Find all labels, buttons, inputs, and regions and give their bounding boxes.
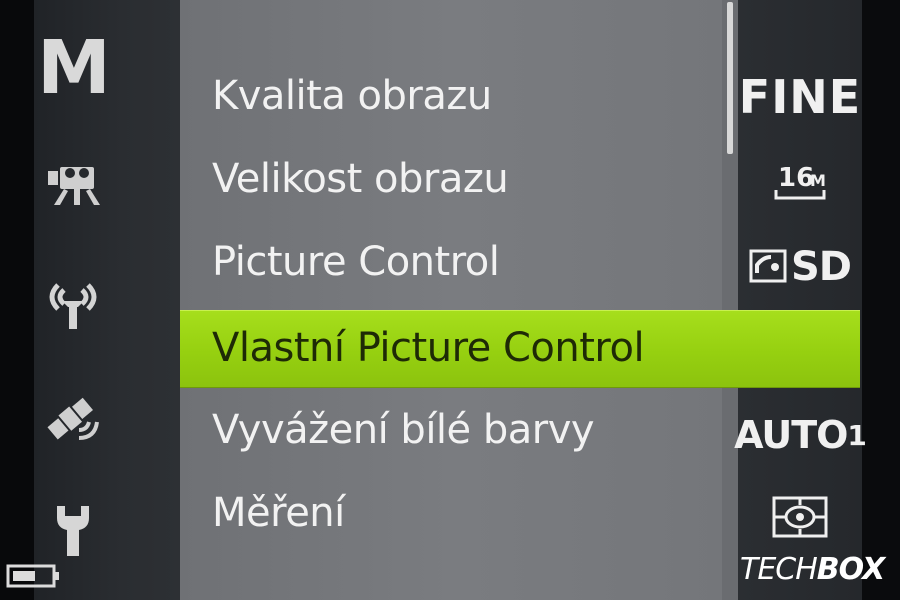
battery-indicator: [6, 562, 66, 590]
picture-control-icon: [749, 249, 787, 283]
watermark-box: BOX: [816, 552, 885, 587]
mode-letter: M: [37, 25, 111, 111]
setup-menu-tab[interactable]: [0, 500, 146, 562]
menu-item-custom-picture-control[interactable]: Vlastní Picture Control: [180, 308, 732, 388]
menu-item-label: Vyvážení bílé barvy: [212, 407, 595, 453]
metering-value: [738, 490, 862, 544]
menu-item-image-quality[interactable]: Kvalita obrazu: [180, 56, 732, 136]
wifi-icon: [49, 283, 97, 329]
menu-item-image-size[interactable]: Velikost obrazu: [180, 139, 732, 219]
techbox-watermark: TECHBOX: [740, 552, 890, 592]
white-balance-text: AUTO: [734, 413, 848, 457]
menu-item-white-balance[interactable]: Vyvážení bílé barvy: [180, 390, 732, 470]
metering-icon: [772, 496, 828, 538]
location-menu-tab[interactable]: [0, 388, 146, 448]
white-balance-value: AUTO 1: [734, 404, 867, 466]
image-size-value: 16 M: [738, 154, 862, 210]
picture-control-value: SD: [738, 238, 862, 296]
image-quality-value: FINE: [738, 66, 862, 128]
image-size-unit: M: [810, 171, 826, 190]
shooting-mode-tab[interactable]: M: [0, 25, 146, 111]
white-balance-sub: 1: [847, 418, 867, 452]
menu-item-label: Vlastní Picture Control: [212, 325, 645, 371]
image-size-number: 16: [778, 163, 814, 193]
watermark-tech: TECH: [740, 552, 818, 587]
gps-satellite-icon: [47, 397, 99, 440]
wrench-icon: [57, 506, 89, 556]
image-size-icon: 16 M: [774, 163, 826, 200]
image-quality-text: FINE: [738, 70, 862, 124]
menu-item-label: Picture Control: [212, 239, 500, 285]
movie-camera-icon: [48, 167, 100, 205]
wifi-menu-tab[interactable]: [0, 272, 146, 334]
menu-item-metering[interactable]: Měření: [180, 473, 732, 553]
menu-item-picture-control[interactable]: Picture Control: [180, 222, 732, 302]
menu-item-label: Velikost obrazu: [212, 156, 509, 202]
picture-control-text: SD: [790, 244, 852, 290]
menu-item-label: Kvalita obrazu: [212, 73, 492, 119]
screen-bezel-right: [862, 0, 900, 600]
movie-menu-tab[interactable]: [0, 160, 146, 210]
menu-item-label: Měření: [212, 490, 345, 536]
battery-icon: [6, 564, 59, 588]
